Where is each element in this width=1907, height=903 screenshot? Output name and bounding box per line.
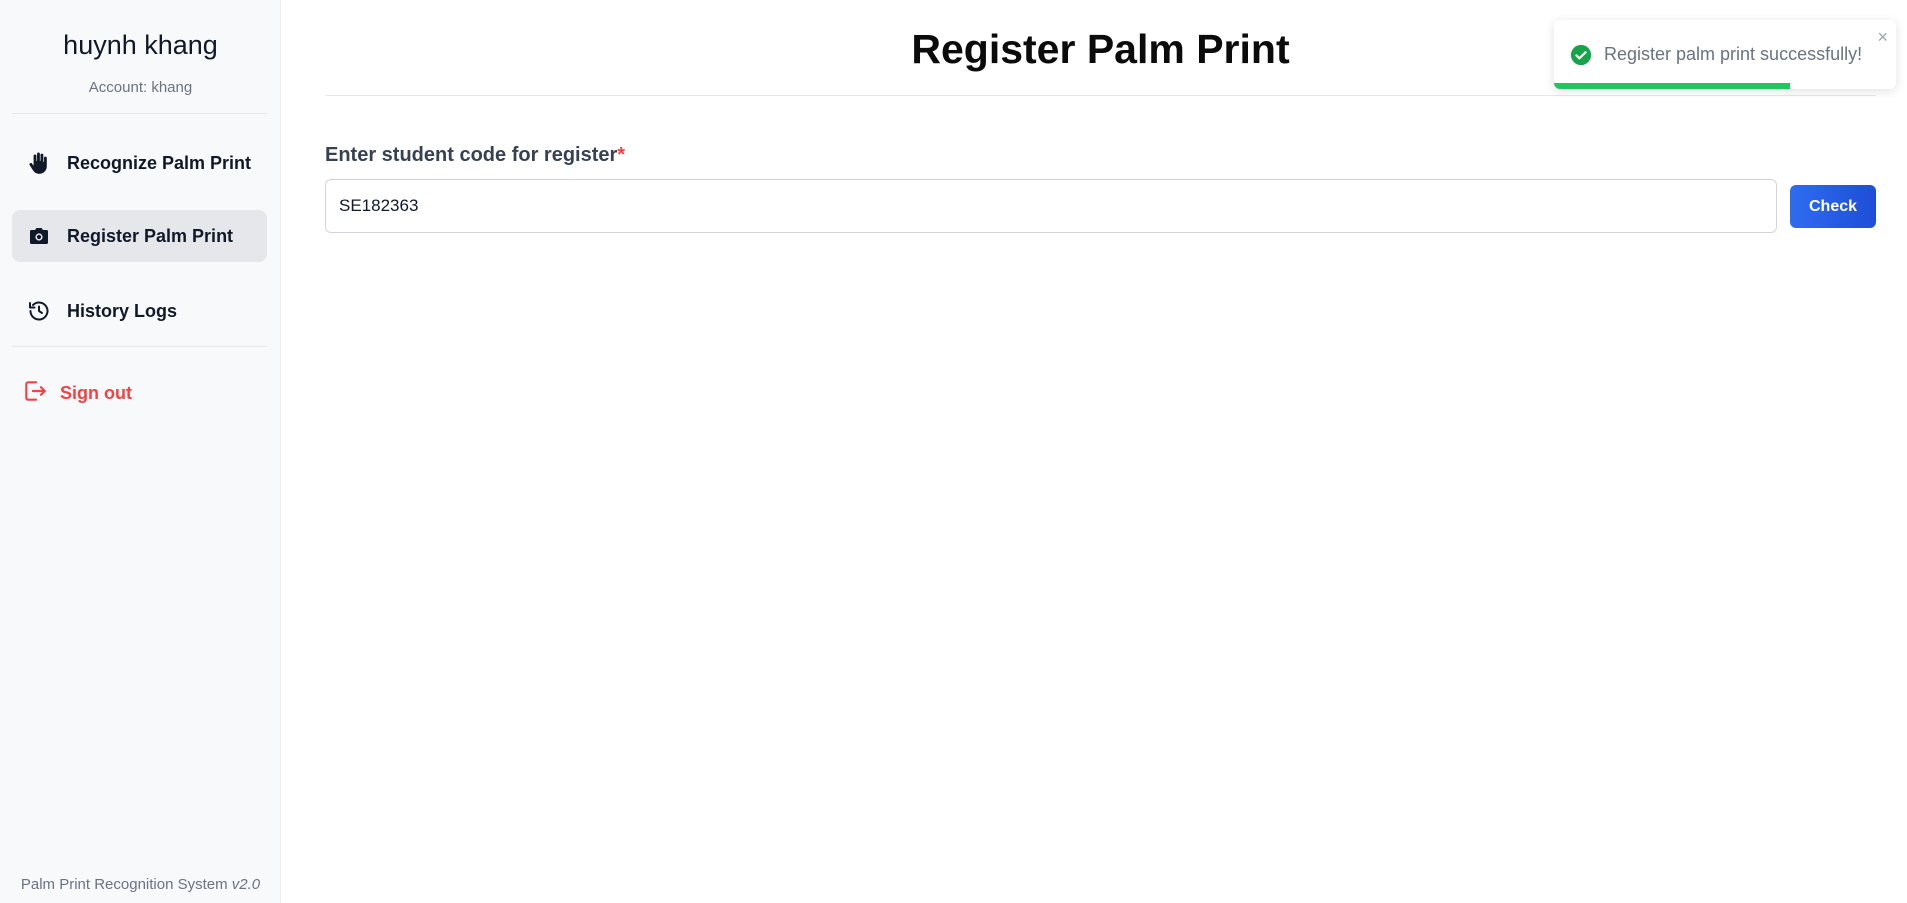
app-footer: Palm Print Recognition System v2.0 [0, 876, 281, 893]
sidebar-divider [12, 113, 267, 114]
close-icon[interactable]: × [1877, 28, 1888, 46]
user-name: huynh khang [63, 30, 218, 60]
sign-out-label: Sign out [60, 383, 132, 403]
student-code-label: Enter student code for register* [325, 144, 625, 167]
system-name: Palm Print Recognition System [20, 876, 228, 893]
sidebar-item-label: History Logs [67, 300, 178, 321]
sidebar-item-history-logs[interactable]: History Logs [12, 285, 267, 337]
student-code-input[interactable] [325, 179, 1777, 233]
account-label: Account: khang [88, 79, 193, 96]
version-label: v2.0 [231, 876, 261, 893]
check-circle-icon [1570, 44, 1592, 66]
toast-progress-track [1554, 83, 1896, 89]
sidebar-item-recognize-palm-print[interactable]: Recognize Palm Print [12, 137, 267, 189]
sidebar-item-label: Register Palm Print [67, 225, 234, 246]
sidebar: huynh khang Account: khang Recognize Pal… [0, 0, 281, 903]
student-code-label-text: Enter student code for register [325, 144, 618, 166]
sign-out-icon [22, 378, 48, 409]
sidebar-divider [12, 346, 267, 347]
camera-icon [26, 223, 52, 249]
sidebar-item-label: Recognize Palm Print [67, 152, 252, 173]
toast-progress-bar [1554, 83, 1790, 89]
sidebar-item-register-palm-print[interactable]: Register Palm Print [12, 210, 267, 262]
success-toast: Register palm print successfully! × [1554, 20, 1896, 89]
history-icon [26, 298, 52, 324]
sign-out-button[interactable]: Sign out [22, 378, 132, 409]
title-divider [325, 95, 1876, 96]
toast-message: Register palm print successfully! [1604, 44, 1863, 64]
required-marker: * [617, 144, 626, 166]
check-button[interactable]: Check [1790, 185, 1876, 228]
hand-icon [26, 150, 52, 176]
app-root: huynh khang Account: khang Recognize Pal… [0, 0, 1907, 903]
